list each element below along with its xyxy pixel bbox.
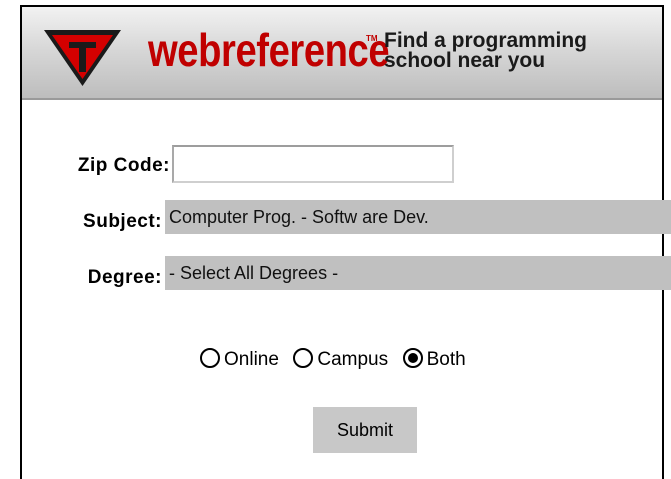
submit-button[interactable]: Submit [313, 407, 417, 453]
radio-online-label: Online [224, 349, 279, 370]
radio-campus-label: Campus [317, 349, 389, 370]
tagline-line-1: Find a programming [384, 29, 588, 52]
header-banner: webreference TM Find a programming schoo… [22, 7, 662, 100]
zip-code-input[interactable] [172, 145, 454, 183]
tagline-line-2: school near you [384, 49, 546, 72]
tagline: Find a programming school near you [384, 29, 654, 72]
degree-select[interactable]: - Select All Degrees - [165, 256, 671, 290]
degree-label: Degree: [87, 267, 162, 288]
radio-campus-circle[interactable] [293, 348, 314, 368]
radio-both-label: Both [426, 349, 466, 370]
radio-campus[interactable]: Campus [293, 345, 388, 375]
subject-label: Subject: [83, 211, 162, 232]
radio-both-circle[interactable] [402, 348, 423, 368]
trademark-mark: TM [366, 34, 378, 43]
search-widget: webreference TM Find a programming schoo… [20, 5, 671, 479]
subject-select[interactable]: Computer Prog. - Softw are Dev. [165, 200, 671, 234]
zip-code-label: Zip Code: [77, 155, 170, 176]
radio-online-circle[interactable] [200, 348, 220, 368]
radio-both[interactable]: Both [402, 345, 466, 375]
webreference-logo-icon [44, 30, 121, 86]
radio-online[interactable]: Online [200, 345, 279, 375]
delivery-radio-group: Online Campus Both [200, 345, 476, 375]
brand-name[interactable]: webreference [148, 26, 390, 74]
